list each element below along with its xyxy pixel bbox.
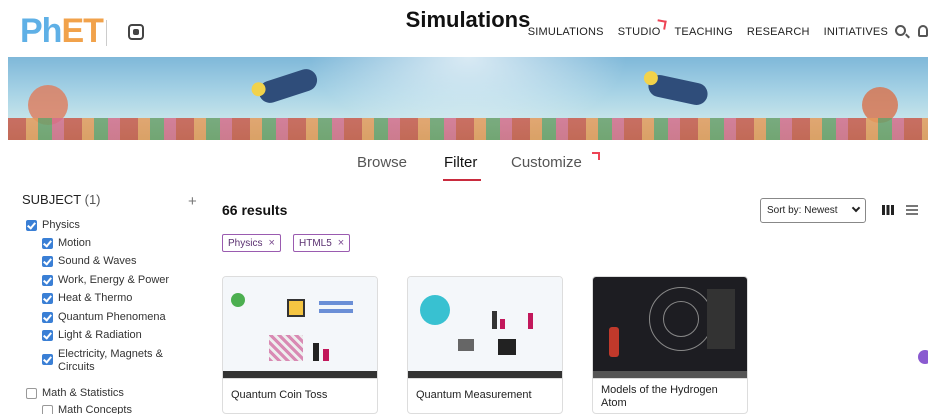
sort-select[interactable]: Sort by: Newest [760,198,866,223]
bloch-sphere-icon [420,295,450,325]
sim-thumbnail [593,277,747,379]
subject-filter-header[interactable]: SUBJECT (1) [22,192,101,207]
bar-shape [492,311,497,329]
bar-shape [323,349,329,361]
sim-toolbar [593,371,747,378]
filter-motion[interactable]: Motion [42,237,91,250]
filter-math-statistics[interactable]: Math & Statistics [26,387,124,400]
filter-work-energy-power[interactable]: Work, Energy & Power [42,274,169,287]
expand-plus-icon[interactable]: + [188,193,197,210]
results-count: 66 results [222,202,288,218]
checkbox-motion[interactable] [42,238,53,249]
tab-browse[interactable]: Browse [357,154,407,171]
list-view-icon[interactable] [906,205,918,215]
checkbox-physics[interactable] [26,220,37,231]
active-tab-indicator [443,179,481,181]
page-title: Simulations [405,7,531,32]
card-title[interactable]: Quantum Measurement [416,389,556,402]
filter-light-radiation[interactable]: Light & Radiation [42,329,142,342]
checkbox-math-statistics[interactable] [26,388,37,399]
orbit-ring [663,301,699,337]
view-tabs: Browse Filter Customize [0,152,928,182]
filter-sidebar: SUBJECT (1) + Physics Motion Sound & Wav… [22,192,202,414]
chip-physics[interactable]: Physics × [222,234,281,252]
device-shape [458,339,474,351]
sim-thumbnail [223,277,377,379]
simulations-banner [8,57,928,140]
lamp-shape [609,327,619,357]
close-icon[interactable]: × [268,237,274,249]
new-sparkle-icon [592,152,600,160]
bar-shape [528,313,533,329]
sim-card-quantum-coin-toss[interactable]: Quantum Coin Toss [222,276,378,414]
checkbox-light-radiation[interactable] [42,330,53,341]
checkbox-electricity-magnets-circuits[interactable] [42,354,53,365]
bar-shape [500,319,505,329]
checkbox-math-concepts[interactable] [42,405,53,414]
help-bubble-icon[interactable] [918,350,928,364]
coin-box-icon [287,299,305,317]
close-icon[interactable]: × [338,237,344,249]
bar-shape [319,309,353,313]
sim-card-quantum-measurement[interactable]: Quantum Measurement [407,276,563,414]
checkbox-heat-thermo[interactable] [42,293,53,304]
device-shape [498,339,516,355]
chip-html5[interactable]: HTML5 × [293,234,351,252]
page: PhET SIMULATIONS STUDIO TEACHING RESEARC… [0,0,928,414]
filter-quantum-phenomena[interactable]: Quantum Phenomena [42,311,166,324]
card-title[interactable]: Quantum Coin Toss [231,389,371,402]
sim-thumbnail [408,277,562,379]
sim-toolbar [223,371,377,378]
bar-shape [313,343,319,361]
card-title[interactable]: Models of the Hydrogen Atom [601,384,741,410]
bar-shape [319,301,353,305]
checkbox-work-energy-power[interactable] [42,275,53,286]
coin-icon [231,293,245,307]
chevron-down-icon [851,203,861,213]
checkbox-quantum-phenomena[interactable] [42,312,53,323]
sim-card-hydrogen-atom[interactable]: Models of the Hydrogen Atom [592,276,748,414]
checkbox-sound-waves[interactable] [42,256,53,267]
filter-electricity-magnets-circuits[interactable]: Electricity, Magnets & Circuits [42,348,182,374]
tab-filter[interactable]: Filter [444,154,477,171]
grid-view-icon[interactable] [882,205,894,215]
diver-illustration-right [646,73,710,107]
filter-math-concepts[interactable]: Math Concepts [42,404,132,414]
filter-sound-waves[interactable]: Sound & Waves [42,255,136,268]
grid-pattern [269,335,303,361]
sim-toolbar [408,371,562,378]
tab-customize[interactable]: Customize [511,154,582,171]
control-panel [707,289,735,349]
reef-illustration [8,118,928,140]
filter-physics[interactable]: Physics [26,219,80,232]
filter-heat-thermo[interactable]: Heat & Thermo [42,292,132,305]
